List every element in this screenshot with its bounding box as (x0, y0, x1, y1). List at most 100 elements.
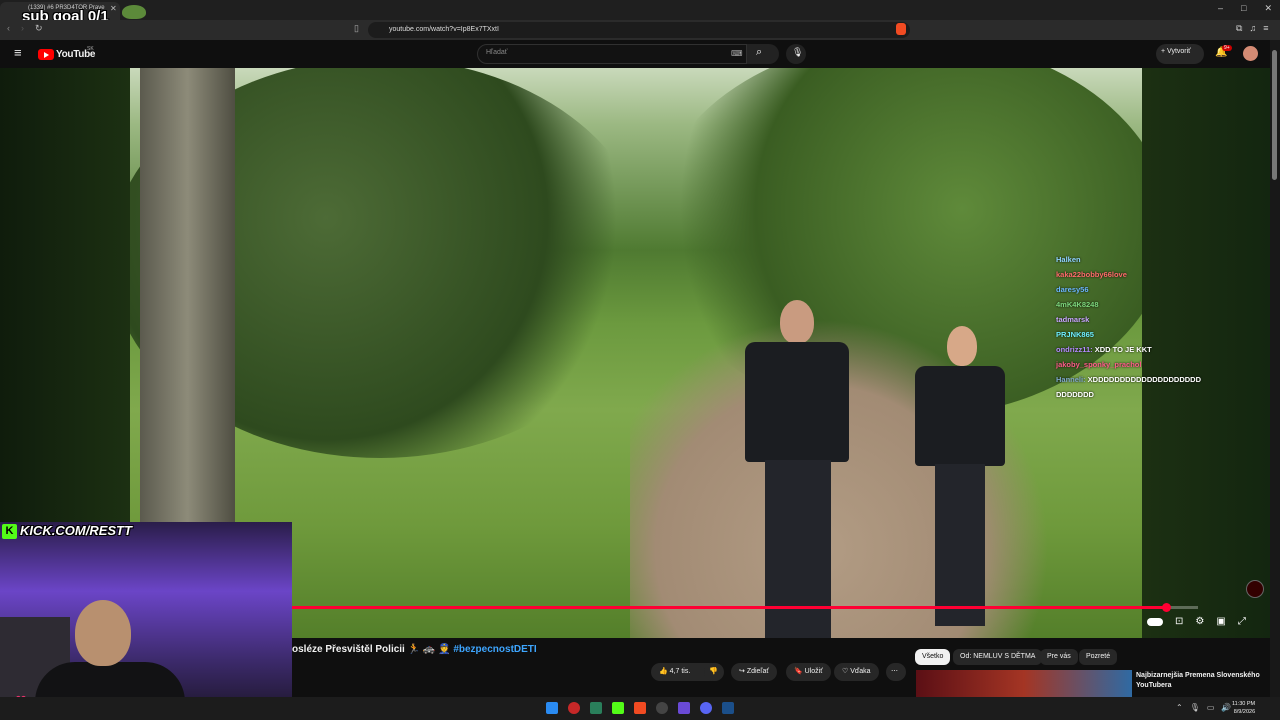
avatar[interactable] (1243, 46, 1258, 61)
microphone-icon[interactable]: 🎙 (792, 47, 803, 58)
chat-message: 4mK4K8248 (1056, 297, 1236, 312)
keyboard-icon[interactable]: ⌨ (731, 49, 743, 58)
webcam-overlay (0, 522, 292, 720)
recommended-video-title[interactable]: Najbizarnejšia Premena Slovenského YouTu… (1136, 671, 1266, 691)
kick-app-icon[interactable] (612, 702, 624, 714)
maximize-icon[interactable]: □ (1241, 3, 1246, 14)
tab-close-icon[interactable]: ✕ (110, 4, 117, 13)
microphone-tray-icon[interactable]: 🎙 (1190, 703, 1200, 712)
police-officer-female (907, 326, 1012, 626)
extensions-icon[interactable]: ⧉ (1236, 23, 1242, 34)
video-scrubber-handle[interactable] (1161, 603, 1171, 612)
police-officer-male (735, 300, 855, 638)
chat-message: ondrizz11: XDD TO JE KKT (1056, 342, 1236, 357)
volume-icon[interactable]: 🔊 (1221, 703, 1231, 712)
twitch-icon[interactable] (678, 702, 690, 714)
chat-message: PRJNK865 (1056, 327, 1236, 342)
miniplayer-icon[interactable]: ▣ (1216, 616, 1225, 627)
clock-time: 11:30 PM (1232, 701, 1256, 707)
region-code: SK (87, 46, 94, 52)
chat-username: Halken (1056, 255, 1081, 264)
stream-chat-overlay: Halken kaka22bobby66love daresy56 4mK4K8… (1056, 252, 1236, 402)
reload-icon[interactable]: ↻ (35, 23, 43, 34)
system-tray[interactable]: ⌃ 🎙 ▭ 🔊 (1176, 703, 1231, 712)
chat-message: Hanneli: XDDDDDDDDDDDDDDDDDDDD DDDDDDD (1056, 372, 1226, 402)
kick-channel-banner: KICK.COM/RESTT (20, 523, 132, 538)
browser-tab-strip (0, 0, 1280, 20)
subtitles-icon[interactable]: ⊡ (1175, 616, 1183, 627)
dislike-button[interactable]: 👎 (704, 663, 724, 681)
save-label: Uložiť (804, 668, 823, 675)
settings-gear-icon[interactable]: ⚙ (1195, 616, 1204, 627)
autoplay-toggle[interactable] (1147, 618, 1163, 626)
chat-message: kaka22bobby66love (1056, 267, 1236, 282)
webcam-streamer-head (75, 600, 131, 666)
search-placeholder: Hľadať (486, 49, 508, 56)
chat-message: jakoby_sponky_prachol (1056, 357, 1236, 372)
obs-icon[interactable] (656, 702, 668, 714)
chat-message: Halken (1056, 252, 1236, 267)
scrollbar-thumb[interactable] (1272, 50, 1277, 180)
record-indicator-icon (1246, 580, 1264, 598)
clock-date: 8/9/2026 (1233, 709, 1256, 715)
maps-pin-icon[interactable] (568, 702, 580, 714)
brave-browser-icon[interactable] (634, 702, 646, 714)
search-button[interactable] (747, 44, 779, 64)
url-text: youtube.com/watch?v=Ip8Ex7TXxtI (389, 26, 499, 33)
chat-username: PRJNK865 (1056, 330, 1094, 339)
extension-icons[interactable]: ⧉ ♫ ≡ (1236, 23, 1268, 34)
chat-username: ondrizz11: (1056, 345, 1095, 354)
hamburger-menu-icon[interactable]: ≡ (14, 45, 22, 60)
player-controls-right[interactable]: ⊡ ⚙ ▣ ⤢ (1147, 616, 1246, 627)
thanks-label: Vďaka (850, 668, 871, 675)
discord-icon[interactable] (700, 702, 712, 714)
like-count: 4,7 tis. (669, 668, 691, 675)
search-icon[interactable]: ⌕ (756, 46, 762, 59)
chip-all[interactable]: Všetko (915, 649, 951, 665)
more-actions-button[interactable]: ⋯ (886, 663, 906, 681)
create-label: + Vytvoriť (1161, 48, 1191, 55)
notification-badge: 9+ (1222, 45, 1232, 51)
search-input[interactable] (477, 44, 747, 64)
media-icon[interactable]: ♫ (1249, 23, 1256, 34)
chip-from-channel[interactable]: Od: NEMLUV S DĚTMA (953, 649, 1043, 665)
chat-message: tadmarsk (1056, 312, 1236, 327)
forward-icon[interactable]: › (21, 23, 24, 33)
chat-message: daresy56 (1056, 282, 1236, 297)
minimize-icon[interactable]: – (1218, 3, 1223, 14)
chip-watched[interactable]: Pozreté (1079, 649, 1118, 665)
save-button[interactable]: 🔖 Uložiť (786, 663, 831, 681)
xbox-icon[interactable] (590, 702, 602, 714)
chat-username: kaka22bobby66love (1056, 270, 1127, 279)
video-title: osléze Přesvištěl Policii 🏃 🚓 👮 #bezpecn… (292, 644, 537, 655)
windows-start-icon[interactable] (546, 702, 558, 714)
brave-shield-icon[interactable] (896, 23, 906, 35)
chat-text: XDD TO JE KKT (1094, 345, 1152, 354)
taskbar-clock[interactable]: 11:30 PM 8/9/2026 (1232, 700, 1255, 716)
close-icon[interactable]: ✕ (1264, 3, 1272, 14)
share-button[interactable]: ↪ Zdieľať (731, 663, 777, 681)
back-icon[interactable]: ‹ (7, 23, 10, 33)
share-label: Zdieľať (746, 668, 769, 675)
chip-for-you[interactable]: Pre vás (1040, 649, 1078, 665)
chat-username: daresy56 (1056, 285, 1089, 294)
youtube-play-glyph (44, 52, 49, 58)
chat-username: 4mK4K8248 (1056, 300, 1099, 309)
window-controls[interactable]: – □ ✕ (1218, 3, 1272, 14)
chat-username: jakoby_sponky_prachol (1056, 360, 1142, 369)
video-title-text: osléze Přesvištěl Policii (292, 644, 405, 655)
bookmark-icon[interactable]: ▯ (354, 23, 359, 34)
tree-trunk (140, 68, 235, 538)
steam-icon[interactable] (722, 702, 734, 714)
thanks-button[interactable]: ♡ Vďaka (834, 663, 879, 681)
kick-logo-icon: K (2, 524, 17, 539)
video-hashtag-link[interactable]: #bezpecnostDETI (453, 644, 536, 655)
title-emoji: 🏃 🚓 👮 (407, 644, 454, 655)
menu-icon[interactable]: ≡ (1263, 23, 1268, 34)
network-icon[interactable]: ▭ (1207, 703, 1215, 712)
tray-chevron-icon[interactable]: ⌃ (1176, 703, 1183, 712)
chat-username: tadmarsk (1056, 315, 1090, 324)
frog-emote-icon (122, 5, 146, 19)
chat-username: Hanneli: (1056, 375, 1088, 384)
fullscreen-icon[interactable]: ⤢ (1238, 616, 1246, 627)
